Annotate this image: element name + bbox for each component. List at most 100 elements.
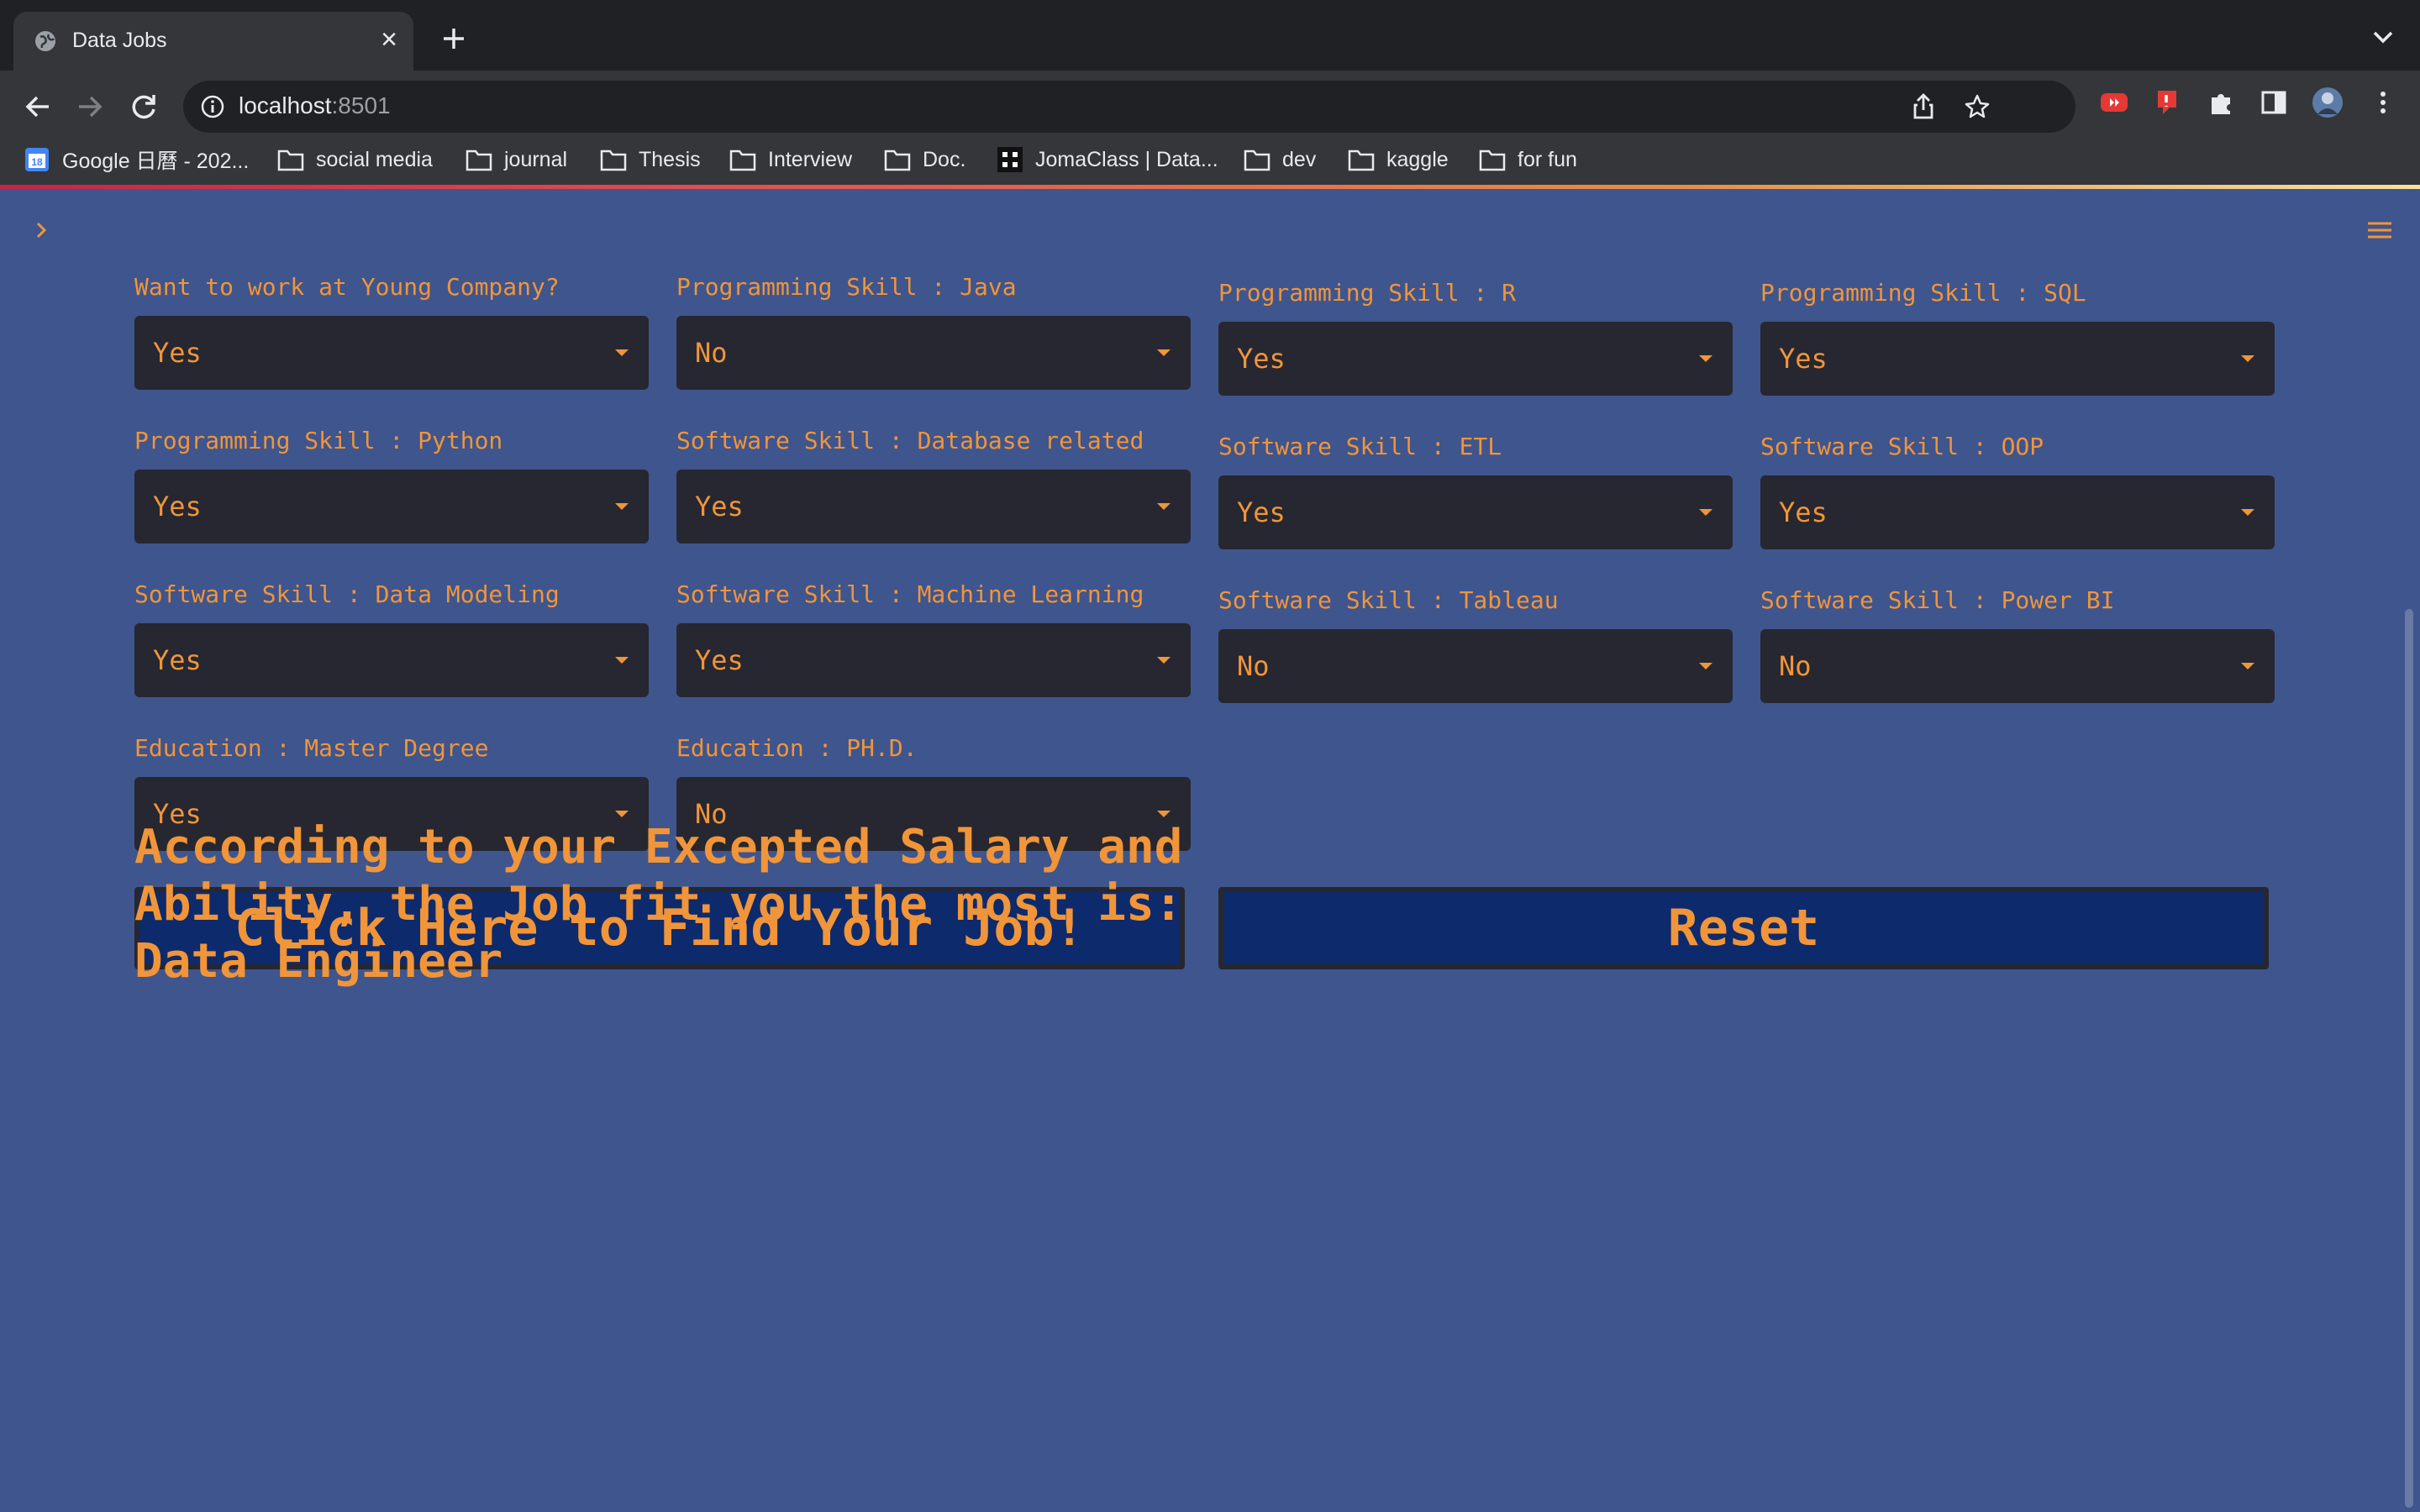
page-scrollbar[interactable] <box>2405 609 2413 1508</box>
caret-down-icon <box>2241 509 2254 516</box>
result-job: Data Engineer <box>134 934 503 989</box>
bookmark-kaggle[interactable]: kaggle <box>1348 144 1449 175</box>
bookmark-jomaclass[interactable]: JomaClass | Data... <box>997 144 1218 175</box>
caret-down-icon <box>1157 811 1171 817</box>
bookmark-for-fun[interactable]: for fun <box>1479 144 1577 175</box>
r-select[interactable]: Yes <box>1218 322 1733 396</box>
field-power-bi: Software Skill : Power BI No <box>1760 584 2275 703</box>
select-value: Yes <box>1779 496 1828 528</box>
field-label: Education : PH.D. <box>676 734 918 762</box>
browser-tab[interactable]: Data Jobs × <box>13 12 413 71</box>
caret-down-icon <box>2241 663 2254 669</box>
folder-icon <box>466 150 492 171</box>
folder-icon <box>600 150 627 171</box>
result-line: According to your Excepted Salary and <box>134 820 1183 874</box>
caret-down-icon <box>615 657 629 664</box>
field-machine-learning: Software Skill : Machine Learning Yes <box>676 578 1191 697</box>
bookmark-label: dev <box>1282 147 1317 171</box>
svg-text:18: 18 <box>31 156 43 168</box>
caret-down-icon <box>615 811 629 817</box>
power-bi-select[interactable]: No <box>1760 629 2275 703</box>
bookmark-journal[interactable]: journal <box>466 144 567 175</box>
field-etl: Software Skill : ETL Yes <box>1218 430 1733 549</box>
select-value: Yes <box>153 491 202 522</box>
field-label: Programming Skill : SQL <box>1760 279 2086 307</box>
bookmark-label: Google 日曆 - 202... <box>62 150 250 173</box>
select-value: Yes <box>1237 496 1286 528</box>
sql-select[interactable]: Yes <box>1760 322 2275 396</box>
bookmark-doc[interactable]: Doc. <box>884 144 965 175</box>
field-label: Software Skill : Power BI <box>1760 586 2115 614</box>
bookmark-label: Interview <box>768 147 853 171</box>
bookmark-label: for fun <box>1518 147 1577 171</box>
folder-icon <box>1348 150 1375 171</box>
select-value: Yes <box>1237 343 1286 375</box>
field-young-company: Want to work at Young Company? Yes <box>134 270 649 390</box>
result-text: According to your Excepted Salary and Ab… <box>134 819 1227 990</box>
reset-button[interactable]: Reset <box>1218 887 2269 969</box>
bookmark-interview[interactable]: Interview <box>729 144 852 175</box>
field-label: Programming Skill : Java <box>676 273 1017 301</box>
field-java: Programming Skill : Java No <box>676 270 1191 390</box>
folder-icon <box>277 150 304 171</box>
oop-select[interactable]: Yes <box>1760 475 2275 549</box>
field-python: Programming Skill : Python Yes <box>134 424 649 543</box>
database-select[interactable]: Yes <box>676 470 1191 543</box>
caret-down-icon <box>1157 503 1171 510</box>
close-tab-icon[interactable]: × <box>376 25 402 54</box>
chevron-down-icon[interactable] <box>2368 27 2398 47</box>
young-company-select[interactable]: Yes <box>134 316 649 390</box>
bookmark-thesis[interactable]: Thesis <box>600 144 701 175</box>
field-sql: Programming Skill : SQL Yes <box>1760 276 2275 396</box>
globe-icon <box>35 31 55 51</box>
folder-icon <box>729 150 756 171</box>
hamburger-menu-icon[interactable] <box>2365 218 2395 243</box>
field-tableau: Software Skill : Tableau No <box>1218 584 1733 703</box>
bookmark-label: social media <box>316 147 433 171</box>
bookmark-social-media[interactable]: social media <box>277 144 433 175</box>
field-label: Software Skill : Machine Learning <box>676 580 1144 608</box>
field-label: Programming Skill : Python <box>134 427 503 454</box>
select-value: Yes <box>153 337 202 369</box>
bookmark-label: Thesis <box>639 147 701 171</box>
select-value: No <box>1237 650 1270 682</box>
chevron-right-icon[interactable] <box>29 218 54 243</box>
field-label: Software Skill : Data Modeling <box>134 580 560 608</box>
select-value: No <box>695 337 728 369</box>
select-value: Yes <box>1779 343 1828 375</box>
new-tab-icon[interactable] <box>437 22 471 55</box>
bookmark-google-calendar[interactable]: 18 Google 日曆 - 202... <box>24 144 249 175</box>
field-label: Software Skill : ETL <box>1218 433 1502 460</box>
bookmark-label: journal <box>504 147 568 171</box>
jomaclass-icon <box>997 147 1023 172</box>
select-value: Yes <box>695 491 744 522</box>
bookmark-label: kaggle <box>1386 147 1449 171</box>
data-modeling-select[interactable]: Yes <box>134 623 649 697</box>
java-select[interactable]: No <box>676 316 1191 390</box>
field-database: Software Skill : Database related Yes <box>676 424 1191 543</box>
tab-title: Data Jobs <box>72 29 167 52</box>
field-label: Education : Master Degree <box>134 734 489 762</box>
field-label: Programming Skill : R <box>1218 279 1517 307</box>
bookmarks-bar: 18 Google 日曆 - 202... social media journ… <box>0 71 2420 173</box>
machine-learning-select[interactable]: Yes <box>676 623 1191 697</box>
caret-down-icon <box>1699 355 1712 362</box>
etl-select[interactable]: Yes <box>1218 475 1733 549</box>
caret-down-icon <box>2241 355 2254 362</box>
field-data-modeling: Software Skill : Data Modeling Yes <box>134 578 649 697</box>
caret-down-icon <box>1699 509 1712 516</box>
field-label: Software Skill : Tableau <box>1218 586 1559 614</box>
folder-icon <box>1479 150 1506 171</box>
python-select[interactable]: Yes <box>134 470 649 543</box>
field-label: Want to work at Young Company? <box>134 273 560 301</box>
tableau-select[interactable]: No <box>1218 629 1733 703</box>
select-value: No <box>1779 650 1812 682</box>
bookmark-dev[interactable]: dev <box>1244 144 1316 175</box>
browser-tab-strip: Data Jobs × <box>0 0 2420 71</box>
field-r: Programming Skill : R Yes <box>1218 276 1733 396</box>
folder-icon <box>884 150 911 171</box>
field-oop: Software Skill : OOP Yes <box>1760 430 2275 549</box>
select-value: Yes <box>695 644 744 676</box>
caret-down-icon <box>1699 663 1712 669</box>
caret-down-icon <box>1157 349 1171 356</box>
